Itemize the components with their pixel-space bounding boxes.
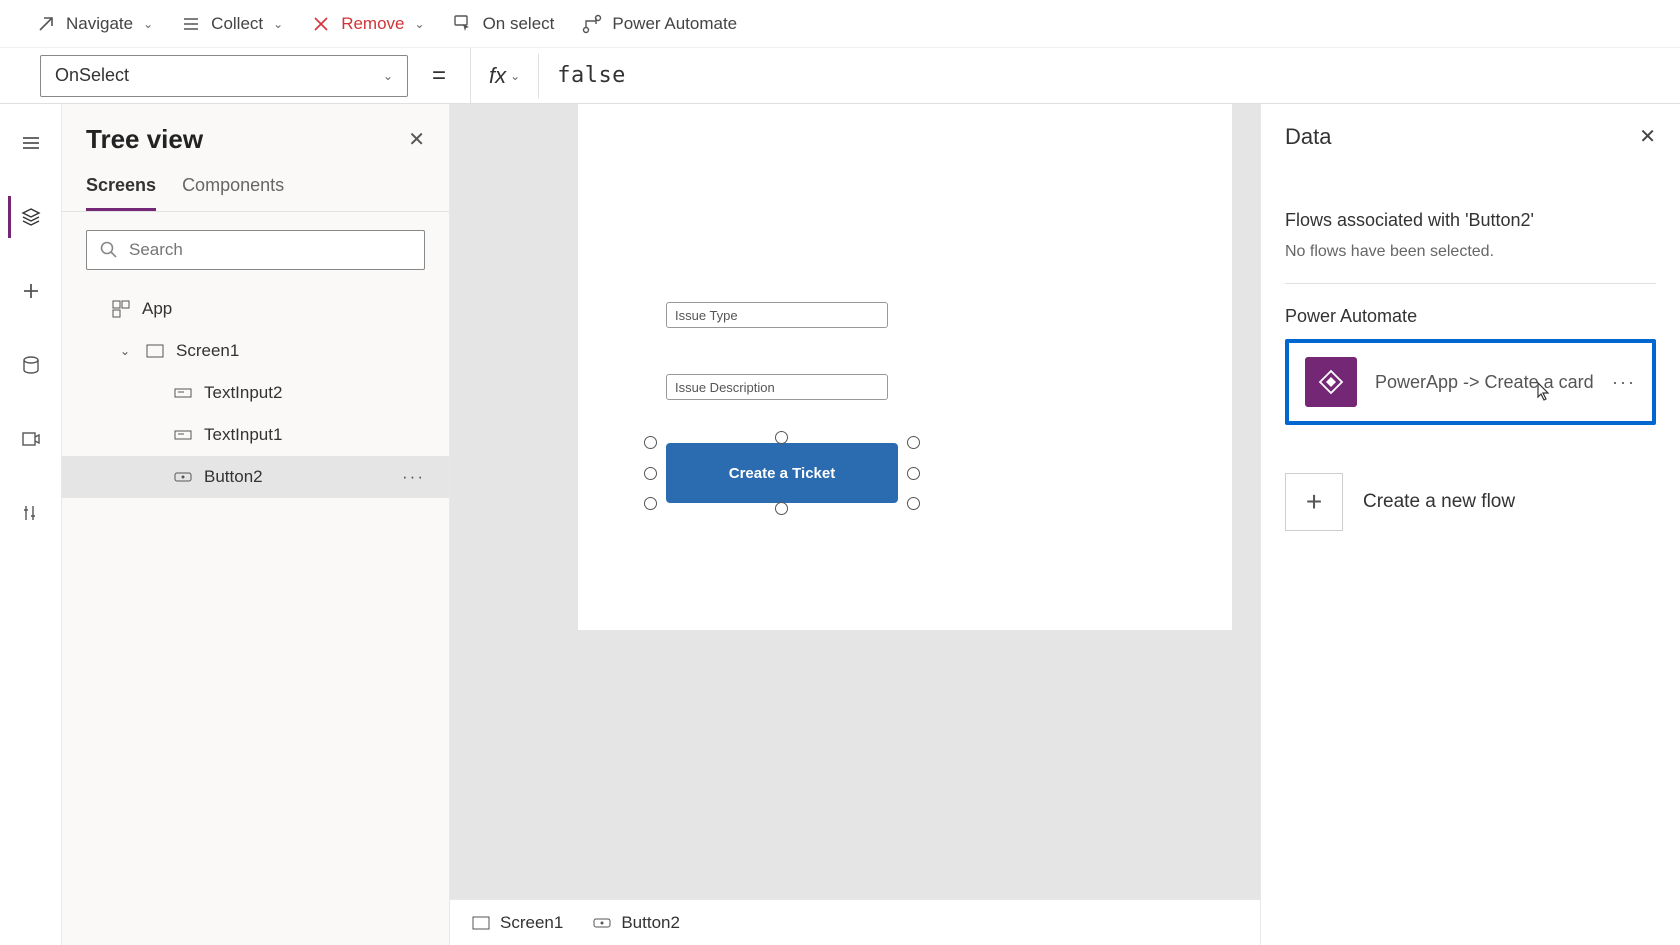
remove-label: Remove: [341, 14, 404, 34]
tree-item-label: Button2: [204, 467, 263, 487]
chevron-down-icon: ⌄: [383, 69, 393, 83]
canvas-textinput2[interactable]: Issue Description: [666, 374, 888, 400]
fx-text: fx: [489, 63, 506, 89]
resize-handle[interactable]: [644, 467, 657, 480]
textinput-icon: [174, 426, 192, 444]
tools-button[interactable]: [10, 492, 52, 534]
tree-item-label: Screen1: [176, 341, 239, 361]
cursor-select-icon: [453, 14, 473, 34]
create-flow-button[interactable]: + Create a new flow: [1285, 473, 1656, 531]
collect-button[interactable]: Collect ⌄: [181, 14, 283, 34]
powerapps-icon: [1305, 357, 1357, 407]
formula-text[interactable]: false: [557, 63, 626, 88]
tab-screens[interactable]: Screens: [86, 175, 156, 211]
create-flow-label: Create a new flow: [1363, 491, 1515, 513]
action-toolbar: Navigate ⌄ Collect ⌄ Remove ⌄ On select …: [0, 0, 1680, 48]
tree-item-label: TextInput2: [204, 383, 282, 403]
property-value: OnSelect: [55, 65, 129, 86]
chevron-down-icon: ⌄: [510, 69, 520, 83]
search-icon: [99, 240, 119, 260]
tree-item-button2[interactable]: Button2 ···: [62, 456, 449, 498]
flow-name: PowerApp -> Create a card: [1375, 372, 1594, 393]
power-automate-label: Power Automate: [612, 14, 737, 34]
plus-icon: [21, 281, 41, 301]
hamburger-icon: [21, 133, 41, 153]
onselect-button[interactable]: On select: [453, 14, 555, 34]
resize-handle[interactable]: [644, 436, 657, 449]
canvas-textinput1[interactable]: Issue Type: [666, 302, 888, 328]
tree-item-screen1[interactable]: ⌄ Screen1: [62, 330, 449, 372]
canvas-area[interactable]: Issue Type Issue Description Create a Ti…: [450, 104, 1260, 945]
tree-item-textinput1[interactable]: TextInput1: [62, 414, 449, 456]
fx-button[interactable]: fx ⌄: [489, 63, 520, 89]
navigate-label: Navigate: [66, 14, 133, 34]
data-panel-subtitle: Flows associated with 'Button2': [1285, 210, 1656, 231]
resize-handle[interactable]: [775, 431, 788, 444]
navigate-button[interactable]: Navigate ⌄: [36, 14, 153, 34]
data-panel: Data ✕ Flows associated with 'Button2' N…: [1260, 104, 1680, 945]
data-button[interactable]: [10, 344, 52, 386]
chevron-down-icon[interactable]: ⌄: [120, 344, 134, 358]
data-panel-title: Data: [1285, 124, 1331, 149]
resize-handle[interactable]: [644, 497, 657, 510]
left-rail: [0, 104, 62, 945]
canvas-button[interactable]: Create a Ticket: [666, 443, 898, 503]
tree-title: Tree view: [86, 124, 203, 155]
textinput-icon: [174, 384, 192, 402]
flow-card[interactable]: PowerApp -> Create a card ···: [1285, 339, 1656, 425]
database-icon: [21, 355, 41, 375]
power-automate-button[interactable]: Power Automate: [582, 14, 737, 34]
layers-icon: [21, 207, 41, 227]
collect-label: Collect: [211, 14, 263, 34]
resize-handle[interactable]: [907, 436, 920, 449]
resize-handle[interactable]: [907, 497, 920, 510]
breadcrumb-screen1[interactable]: Screen1: [472, 913, 563, 933]
more-button[interactable]: ···: [402, 467, 425, 487]
formula-bar: OnSelect ⌄ = fx ⌄ false: [0, 48, 1680, 104]
resize-handle[interactable]: [775, 502, 788, 515]
tree-item-textinput2[interactable]: TextInput2: [62, 372, 449, 414]
close-data-button[interactable]: ✕: [1639, 124, 1656, 149]
button-icon: [174, 468, 192, 486]
chevron-down-icon: ⌄: [273, 17, 283, 31]
remove-button[interactable]: Remove ⌄: [311, 14, 424, 34]
tab-components[interactable]: Components: [182, 175, 284, 211]
sliders-icon: [21, 503, 41, 523]
search-box[interactable]: [86, 230, 425, 270]
data-panel-help: No flows have been selected.: [1285, 243, 1656, 261]
divider: [1285, 283, 1656, 284]
data-panel-section: Power Automate: [1285, 306, 1656, 327]
selected-button-wrap[interactable]: Create a Ticket: [650, 437, 914, 509]
arrow-up-right-icon: [36, 14, 56, 34]
tree-view-panel: Tree view ✕ Screens Components App ⌄ Scr…: [62, 104, 450, 945]
breadcrumb: Screen1 Button2: [450, 899, 1260, 945]
plus-icon: +: [1285, 473, 1343, 531]
flow-icon: [582, 14, 602, 34]
media-button[interactable]: [10, 418, 52, 460]
button-icon: [593, 914, 611, 932]
screen-icon: [146, 342, 164, 360]
media-icon: [21, 429, 41, 449]
resize-handle[interactable]: [907, 467, 920, 480]
list-icon: [181, 14, 201, 34]
onselect-label: On select: [483, 14, 555, 34]
equals-sign: =: [432, 62, 446, 90]
tree-item-label: App: [142, 299, 172, 319]
x-icon: [311, 14, 331, 34]
close-tree-button[interactable]: ✕: [408, 127, 425, 152]
property-selector[interactable]: OnSelect ⌄: [40, 55, 408, 97]
tree-item-app[interactable]: App: [62, 288, 449, 330]
tree-item-label: TextInput1: [204, 425, 282, 445]
insert-button[interactable]: [10, 270, 52, 312]
hamburger-button[interactable]: [10, 122, 52, 164]
chevron-down-icon: ⌄: [415, 17, 425, 31]
flow-more-button[interactable]: ···: [1612, 372, 1636, 393]
canvas-screen[interactable]: Issue Type Issue Description Create a Ti…: [578, 104, 1232, 630]
breadcrumb-button2[interactable]: Button2: [593, 913, 680, 933]
search-input[interactable]: [129, 240, 412, 260]
tree-view-button[interactable]: [8, 196, 50, 238]
app-icon: [112, 300, 130, 318]
screen-icon: [472, 914, 490, 932]
chevron-down-icon: ⌄: [143, 17, 153, 31]
